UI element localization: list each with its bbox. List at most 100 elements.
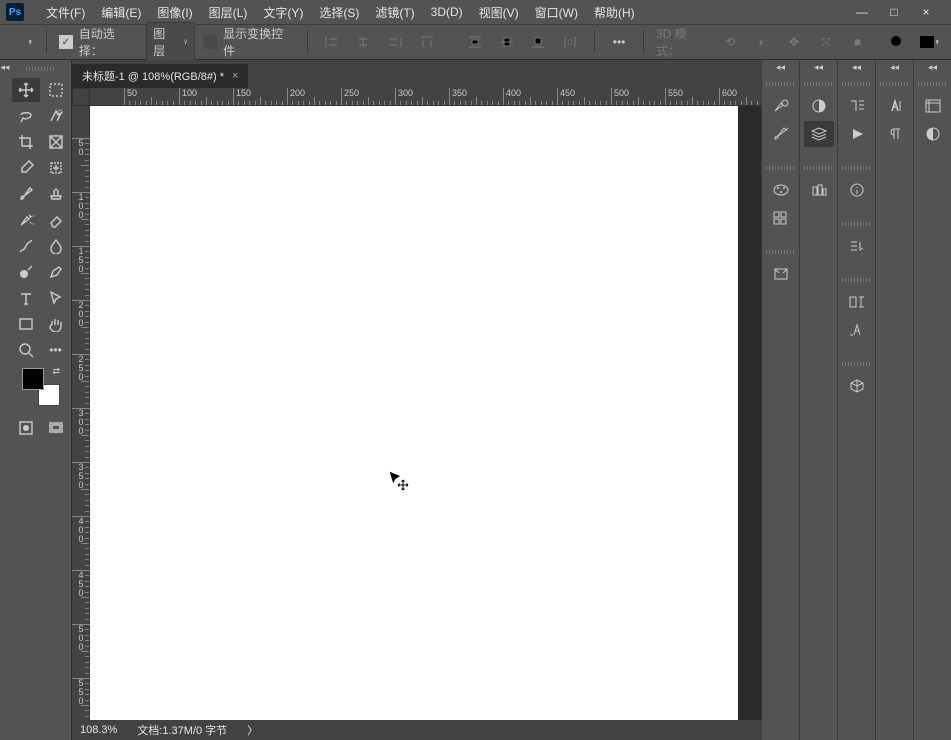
marquee-tool[interactable] xyxy=(42,78,70,102)
hand-tool[interactable] xyxy=(42,312,70,336)
clone-stamp-tool[interactable] xyxy=(42,182,70,206)
quick-select-tool[interactable] xyxy=(42,104,70,128)
gradient-tool[interactable] xyxy=(12,234,40,258)
doc-info[interactable]: 文档:1.37M/0 字节 xyxy=(137,722,227,738)
zoom-level[interactable]: 108.3% xyxy=(80,724,117,736)
distribute-bottom-icon[interactable] xyxy=(527,30,551,54)
distribute-top-icon[interactable] xyxy=(463,30,487,54)
ruler-origin[interactable] xyxy=(72,88,90,106)
menu-select[interactable]: 选择(S) xyxy=(311,0,367,24)
type-tool[interactable] xyxy=(12,286,40,310)
more-options-icon[interactable]: ••• xyxy=(607,30,631,54)
3d-roll-icon[interactable]: ◐ xyxy=(750,30,774,54)
menu-layer[interactable]: 图层(L) xyxy=(201,0,256,24)
move-tool[interactable] xyxy=(12,78,40,102)
quick-mask-tool[interactable] xyxy=(12,416,40,440)
layers-panel-icon[interactable] xyxy=(804,121,834,147)
align-left-icon[interactable] xyxy=(320,30,344,54)
menu-window[interactable]: 窗口(W) xyxy=(527,0,586,24)
lasso-tool[interactable] xyxy=(12,104,40,128)
paragraph-styles-icon[interactable] xyxy=(842,93,872,119)
zoom-tool[interactable] xyxy=(12,338,40,362)
history-brush-tool[interactable] xyxy=(12,208,40,232)
menu-type[interactable]: 文字(Y) xyxy=(255,0,311,24)
menu-3d[interactable]: 3D(D) xyxy=(423,0,471,24)
properties-panel-icon[interactable] xyxy=(766,205,796,231)
screen-mode-tool[interactable] xyxy=(42,416,70,440)
path-select-tool[interactable] xyxy=(42,286,70,310)
distribute-center-icon[interactable] xyxy=(495,30,519,54)
crop-tool[interactable] xyxy=(12,130,40,154)
libraries-panel-icon[interactable] xyxy=(766,261,796,287)
app-logo: Ps xyxy=(6,3,24,21)
distribute-spacing-icon[interactable] xyxy=(558,30,582,54)
eraser-tool[interactable] xyxy=(42,208,70,232)
vertical-ruler[interactable]: 50100150200250300350400450500550 xyxy=(72,106,90,720)
pen-tool[interactable] xyxy=(42,260,70,284)
character-styles-icon[interactable] xyxy=(842,233,872,259)
brush-settings-panel-icon[interactable] xyxy=(766,121,796,147)
menu-help[interactable]: 帮助(H) xyxy=(586,0,643,24)
info-panel-icon[interactable] xyxy=(842,177,872,203)
show-transform-checkbox[interactable]: 显示变换控件 xyxy=(203,25,294,59)
align-top-icon[interactable] xyxy=(415,30,439,54)
paragraph-panel-icon[interactable] xyxy=(880,121,910,147)
char-panel-icon[interactable] xyxy=(842,317,872,343)
healing-brush-tool[interactable] xyxy=(42,156,70,180)
toolbar-collapse-icon[interactable]: ◂◂ xyxy=(0,62,9,740)
align-right-icon[interactable] xyxy=(383,30,407,54)
maximize-button[interactable]: □ xyxy=(885,3,903,21)
swatches-panel-icon[interactable] xyxy=(766,177,796,203)
search-icon[interactable] xyxy=(885,30,909,54)
3d-slide-icon[interactable]: ⤧ xyxy=(814,30,838,54)
edit-toolbar[interactable]: ••• xyxy=(42,338,70,362)
canvas-viewport[interactable] xyxy=(90,106,761,720)
swap-colors-icon[interactable]: ⇄ xyxy=(52,366,60,377)
panel3-collapse-icon[interactable]: ◂◂ xyxy=(852,62,861,73)
auto-select-checkbox[interactable]: ✓自动选择： xyxy=(59,25,138,59)
glyphs-panel-icon[interactable] xyxy=(842,289,872,315)
menu-view[interactable]: 视图(V) xyxy=(471,0,527,24)
canvas[interactable] xyxy=(90,106,738,720)
character-panel-icon[interactable] xyxy=(880,93,910,119)
learn-panel-icon[interactable] xyxy=(918,93,948,119)
menu-image[interactable]: 图像(I) xyxy=(149,0,200,24)
actions-panel-icon[interactable] xyxy=(842,121,872,147)
3d-panel-icon[interactable] xyxy=(842,373,872,399)
3d-pan-icon[interactable]: ✥ xyxy=(782,30,806,54)
3d-zoom-icon[interactable]: ■ xyxy=(846,30,870,54)
foreground-color[interactable] xyxy=(22,368,44,390)
blur-tool[interactable] xyxy=(42,234,70,258)
document-tab[interactable]: 未标题-1 @ 108%(RGB/8#) * × xyxy=(72,64,248,88)
align-center-h-icon[interactable] xyxy=(351,30,375,54)
minimize-button[interactable]: — xyxy=(853,3,871,21)
rectangle-tool[interactable] xyxy=(12,312,40,336)
menu-filter[interactable]: 滤镜(T) xyxy=(367,0,422,24)
menu-file[interactable]: 文件(F) xyxy=(38,0,93,24)
move-tool-icon[interactable]: ▾ xyxy=(10,30,34,54)
doc-info-arrow-icon[interactable]: 〉 xyxy=(247,722,258,738)
horizontal-ruler[interactable]: 50100150200250300350400450500550600 xyxy=(90,88,761,106)
panel5-collapse-icon[interactable]: ◂◂ xyxy=(928,62,937,73)
close-button[interactable]: × xyxy=(917,3,935,21)
dodge-tool[interactable] xyxy=(12,260,40,284)
auto-select-label: 自动选择： xyxy=(79,25,139,59)
adjustments-panel-icon[interactable] xyxy=(804,177,834,203)
panel1-collapse-icon[interactable]: ◂◂ xyxy=(776,62,785,73)
color-panel-icon[interactable] xyxy=(804,93,834,119)
brush-tool[interactable] xyxy=(12,182,40,206)
3d-orbit-icon[interactable]: ⟲ xyxy=(718,30,742,54)
navigator-panel-icon[interactable] xyxy=(918,121,948,147)
history-panel-icon[interactable] xyxy=(766,93,796,119)
frame-tool[interactable] xyxy=(42,130,70,154)
panel2-collapse-icon[interactable]: ◂◂ xyxy=(814,62,823,73)
doc-tab-title: 未标题-1 @ 108%(RGB/8#) * xyxy=(82,68,224,84)
menu-edit[interactable]: 编辑(E) xyxy=(93,0,149,24)
close-tab-icon[interactable]: × xyxy=(232,70,238,82)
menubar: Ps 文件(F) 编辑(E) 图像(I) 图层(L) 文字(Y) 选择(S) 滤… xyxy=(0,0,951,24)
auto-select-target[interactable]: 图层˅ xyxy=(146,22,195,62)
color-swatches[interactable]: ⇄ xyxy=(22,368,60,406)
eyedropper-tool[interactable] xyxy=(12,156,40,180)
workspace-icon[interactable]: ▾ xyxy=(917,30,941,54)
panel4-collapse-icon[interactable]: ◂◂ xyxy=(890,62,899,73)
